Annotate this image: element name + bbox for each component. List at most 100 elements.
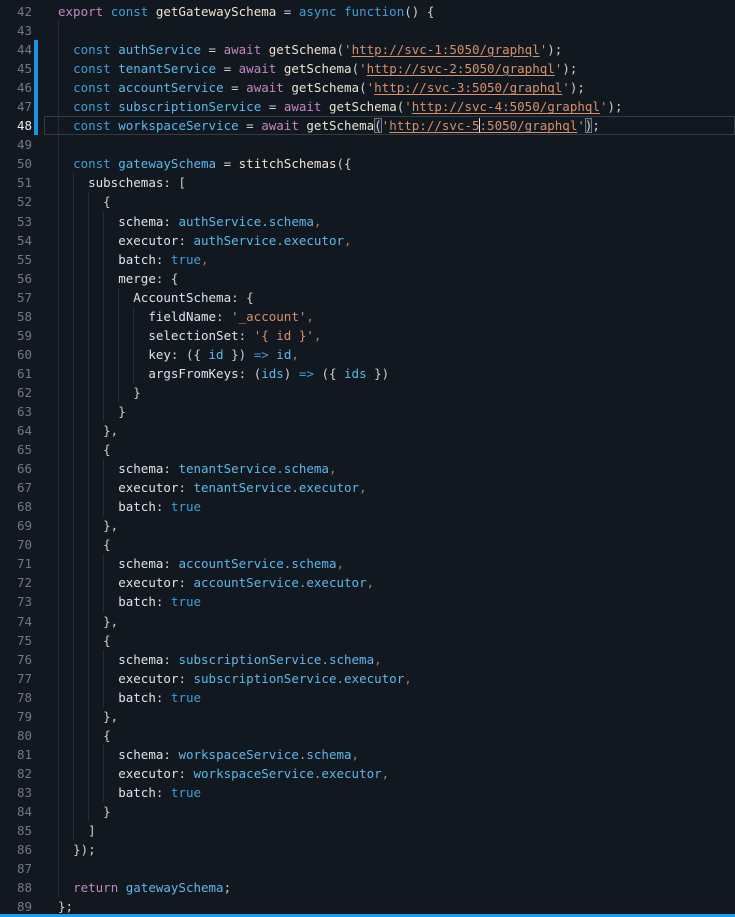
code-line[interactable]: 76 schema: subscriptionService.schema, [0, 650, 735, 669]
code-text[interactable] [46, 135, 735, 154]
code-text[interactable]: return gatewaySchema; [46, 878, 735, 897]
line-number[interactable]: 65 [0, 440, 46, 459]
line-number[interactable]: 55 [0, 250, 46, 269]
code-line[interactable]: 46 const accountService = await getSchem… [0, 78, 735, 97]
code-line[interactable]: 50 const gatewaySchema = stitchSchemas({ [0, 154, 735, 173]
line-number[interactable]: 63 [0, 402, 46, 421]
line-number[interactable]: 66 [0, 459, 46, 478]
code-text[interactable]: schema: accountService.schema, [46, 554, 735, 573]
code-text[interactable]: batch: true [46, 497, 735, 516]
code-line[interactable]: 75 { [0, 631, 735, 650]
code-text[interactable]: subschemas: [ [46, 173, 735, 192]
code-line[interactable]: 45 const tenantService = await getSchema… [0, 59, 735, 78]
code-text[interactable]: executor: authService.executor, [46, 231, 735, 250]
code-text[interactable]: const tenantService = await getSchema('h… [46, 59, 735, 78]
code-text[interactable]: { [46, 535, 735, 554]
line-number[interactable]: 85 [0, 821, 46, 840]
code-line[interactable]: 55 batch: true, [0, 250, 735, 269]
line-number[interactable]: 78 [0, 688, 46, 707]
code-line[interactable]: 48 const workspaceService = await getSch… [0, 116, 735, 135]
code-text[interactable]: }, [46, 516, 735, 535]
code-text[interactable]: schema: subscriptionService.schema, [46, 650, 735, 669]
code-line[interactable]: 49 [0, 135, 735, 154]
code-line[interactable]: 54 executor: authService.executor, [0, 231, 735, 250]
line-number[interactable]: 76 [0, 650, 46, 669]
line-number[interactable]: 81 [0, 745, 46, 764]
line-number[interactable]: 70 [0, 535, 46, 554]
line-number[interactable]: 88 [0, 878, 46, 897]
code-line[interactable]: 83 batch: true [0, 783, 735, 802]
code-line[interactable]: 81 schema: workspaceService.schema, [0, 745, 735, 764]
code-text[interactable]: }, [46, 612, 735, 631]
code-text[interactable]: executor: workspaceService.executor, [46, 764, 735, 783]
code-text[interactable]: executor: accountService.executor, [46, 573, 735, 592]
code-line[interactable]: 59 selectionSet: '{ id }', [0, 326, 735, 345]
code-text[interactable]: { [46, 440, 735, 459]
code-line[interactable]: 67 executor: tenantService.executor, [0, 478, 735, 497]
code-line[interactable]: 44 const authService = await getSchema('… [0, 40, 735, 59]
code-line[interactable]: 69 }, [0, 516, 735, 535]
line-number[interactable]: 77 [0, 669, 46, 688]
code-text[interactable]: schema: workspaceService.schema, [46, 745, 735, 764]
code-text[interactable]: { [46, 192, 735, 211]
code-text[interactable]: executor: tenantService.executor, [46, 478, 735, 497]
line-number[interactable]: 61 [0, 364, 46, 383]
line-number[interactable]: 84 [0, 802, 46, 821]
code-line[interactable]: 56 merge: { [0, 269, 735, 288]
code-text[interactable]: const workspaceService = await getSchema… [46, 116, 735, 135]
line-number[interactable]: 51 [0, 173, 46, 192]
code-text[interactable]: const accountService = await getSchema('… [46, 78, 735, 97]
code-text[interactable]: fieldName: '_account', [46, 307, 735, 326]
line-number[interactable]: 42 [0, 2, 46, 21]
code-text[interactable]: }); [46, 840, 735, 859]
code-text[interactable]: batch: true [46, 688, 735, 707]
code-line[interactable]: 43 [0, 21, 735, 40]
line-number[interactable]: 86 [0, 840, 46, 859]
code-text[interactable]: batch: true [46, 783, 735, 802]
line-number[interactable]: 60 [0, 345, 46, 364]
line-number[interactable]: 56 [0, 269, 46, 288]
line-number[interactable]: 53 [0, 212, 46, 231]
code-line[interactable]: 86 }); [0, 840, 735, 859]
code-text[interactable]: const authService = await getSchema('htt… [46, 40, 735, 59]
line-number[interactable]: 68 [0, 497, 46, 516]
code-text[interactable]: export const getGatewaySchema = async fu… [46, 2, 735, 21]
line-number[interactable]: 87 [0, 859, 46, 878]
code-text[interactable]: schema: authService.schema, [46, 212, 735, 231]
code-line[interactable]: 51 subschemas: [ [0, 173, 735, 192]
line-number[interactable]: 67 [0, 478, 46, 497]
code-line[interactable]: 66 schema: tenantService.schema, [0, 459, 735, 478]
code-text[interactable]: } [46, 402, 735, 421]
code-text[interactable]: { [46, 631, 735, 650]
code-line[interactable]: 52 { [0, 192, 735, 211]
code-line[interactable]: 79 }, [0, 707, 735, 726]
line-number[interactable]: 46 [0, 78, 46, 97]
line-number[interactable]: 43 [0, 21, 46, 40]
code-text[interactable]: key: ({ id }) => id, [46, 345, 735, 364]
code-text[interactable]: ] [46, 821, 735, 840]
code-line[interactable]: 42export const getGatewaySchema = async … [0, 2, 735, 21]
code-text[interactable]: merge: { [46, 269, 735, 288]
code-text[interactable]: selectionSet: '{ id }', [46, 326, 735, 345]
code-line[interactable]: 73 batch: true [0, 592, 735, 611]
code-line[interactable]: 82 executor: workspaceService.executor, [0, 764, 735, 783]
line-number[interactable]: 69 [0, 516, 46, 535]
code-line[interactable]: 58 fieldName: '_account', [0, 307, 735, 326]
code-line[interactable]: 74 }, [0, 612, 735, 631]
line-number[interactable]: 71 [0, 554, 46, 573]
code-line[interactable]: 85 ] [0, 821, 735, 840]
code-line[interactable]: 61 argsFromKeys: (ids) => ({ ids }) [0, 364, 735, 383]
code-line[interactable]: 64 }, [0, 421, 735, 440]
code-line[interactable]: 88 return gatewaySchema; [0, 878, 735, 897]
code-text[interactable]: batch: true, [46, 250, 735, 269]
code-text[interactable] [46, 859, 735, 878]
line-number[interactable]: 74 [0, 612, 46, 631]
code-text[interactable] [46, 21, 735, 40]
line-number[interactable]: 82 [0, 764, 46, 783]
code-text[interactable]: AccountSchema: { [46, 288, 735, 307]
code-line[interactable]: 72 executor: accountService.executor, [0, 573, 735, 592]
line-number[interactable]: 52 [0, 192, 46, 211]
line-number[interactable]: 62 [0, 383, 46, 402]
code-line[interactable]: 71 schema: accountService.schema, [0, 554, 735, 573]
code-line[interactable]: 68 batch: true [0, 497, 735, 516]
